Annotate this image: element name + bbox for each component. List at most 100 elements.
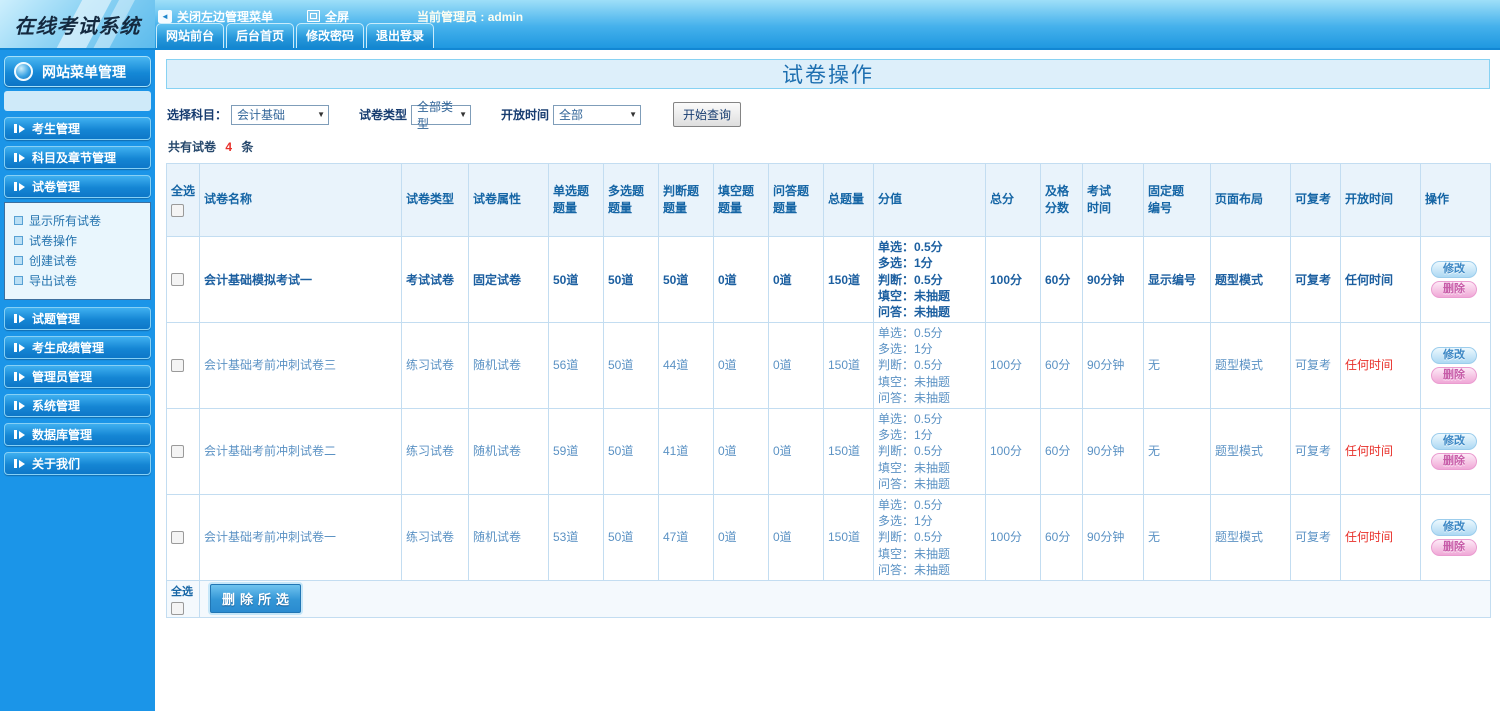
subject-select[interactable]: 会计基础 ▼ <box>231 104 330 125</box>
exam-time: 90分钟 <box>1082 322 1144 410</box>
row-checkbox[interactable] <box>171 530 184 544</box>
col-pass-score: 及格 分数 <box>1040 162 1083 238</box>
total-count: 150道 <box>823 493 874 581</box>
paper-type: 练习试卷 <box>401 322 469 410</box>
fullscreen-button[interactable]: 全屏 <box>273 8 349 25</box>
pass-score: 60分 <box>1040 493 1083 581</box>
delete-button[interactable]: 删除 <box>1431 281 1477 299</box>
top-header: 在线考试系统 ◄ 关闭左边管理菜单 全屏 当前管理员 : admin 网站前台 … <box>0 0 1500 48</box>
sidebar-item-system-management[interactable]: 系统管理 <box>4 394 151 417</box>
play-icon <box>14 182 25 191</box>
submenu-item-show-all-papers[interactable]: 显示所有试卷 <box>5 210 150 230</box>
edit-button[interactable]: 修改 <box>1431 347 1477 365</box>
qa-count: 0道 <box>768 493 824 581</box>
open-time: 任何时间 <box>1340 322 1421 410</box>
total-count: 150道 <box>823 322 874 410</box>
row-checkbox[interactable] <box>171 445 184 459</box>
actions-cell: 修改 删除 <box>1420 322 1491 410</box>
retake: 可复考 <box>1290 322 1341 410</box>
actions-cell: 修改 删除 <box>1420 493 1491 581</box>
fixed-number: 显示编号 <box>1143 236 1211 324</box>
type-filter-label: 试卷类型 <box>359 108 408 122</box>
select-all-checkbox[interactable] <box>171 203 184 217</box>
open-time-select[interactable]: 全部 ▼ <box>553 104 642 125</box>
score-values: 单选：0.5分 多选：1分 判断：0.5分 填空：未抽题 问答：未抽题 <box>873 493 986 581</box>
sidebar-item-paper-management[interactable]: 试卷管理 <box>4 175 151 198</box>
delete-button[interactable]: 删除 <box>1431 538 1477 556</box>
sidebar-item-database-management[interactable]: 数据库管理 <box>4 423 151 446</box>
paper-attr: 固定试卷 <box>468 236 549 324</box>
actions-cell: 修改 删除 <box>1420 408 1491 495</box>
delete-selected-button[interactable]: 删除所选 <box>210 584 302 614</box>
play-icon <box>14 124 25 133</box>
footer-select-all-label: 全选 <box>171 585 193 598</box>
tab-logout[interactable]: 退出登录 <box>366 23 435 48</box>
play-icon <box>14 430 25 439</box>
open-time-select-value: 全部 <box>559 108 584 122</box>
edit-button[interactable]: 修改 <box>1431 261 1477 279</box>
submenu-item-export-paper[interactable]: 导出试卷 <box>5 270 150 290</box>
sidebar-item-label: 关于我们 <box>32 457 81 471</box>
page-layout: 题型模式 <box>1210 322 1291 410</box>
total-count: 150道 <box>823 236 874 324</box>
sidebar-item-question-management[interactable]: 试题管理 <box>4 307 151 330</box>
close-left-menu-button[interactable]: ◄ 关闭左边管理菜单 <box>158 8 273 25</box>
fixed-number: 无 <box>1143 408 1211 495</box>
paper-type-select[interactable]: 全部类型 ▼ <box>411 100 472 131</box>
col-fixed-number: 固定题 编号 <box>1143 162 1211 238</box>
delete-button[interactable]: 删除 <box>1431 453 1477 471</box>
select-all-label: 全选 <box>171 184 196 199</box>
fullscreen-label: 全屏 <box>325 9 350 24</box>
blank-count: 0道 <box>713 322 769 410</box>
paper-name: 会计基础考前冲刺试卷二 <box>199 408 402 495</box>
col-paper-type: 试卷类型 <box>401 162 469 238</box>
edit-button[interactable]: 修改 <box>1431 518 1477 536</box>
submenu-item-create-paper[interactable]: 创建试卷 <box>5 250 150 270</box>
close-left-menu-label: 关闭左边管理菜单 <box>177 9 274 24</box>
sidebar-item-about-us[interactable]: 关于我们 <box>4 452 151 475</box>
submenu-item-paper-operations[interactable]: 试卷操作 <box>5 230 150 250</box>
sidebar-item-examinee-management[interactable]: 考生管理 <box>4 117 151 140</box>
multi-count: 50道 <box>603 493 659 581</box>
sidebar-item-label: 试题管理 <box>32 312 81 326</box>
col-judge-count: 判断题 题量 <box>658 162 714 238</box>
paper-type: 考试试卷 <box>401 236 469 324</box>
table-header-row: 全选 试卷名称 试卷类型 试卷属性 单选题 题量 多选题 题量 判断题 题量 填… <box>166 162 1491 238</box>
row-checkbox[interactable] <box>171 273 184 287</box>
delete-button[interactable]: 删除 <box>1431 367 1477 385</box>
sidebar-item-admin-management[interactable]: 管理员管理 <box>4 365 151 388</box>
paper-type-select-value: 全部类型 <box>417 99 454 131</box>
summary-suffix: 条 <box>241 140 254 154</box>
edit-button[interactable]: 修改 <box>1431 433 1477 451</box>
sidebar-item-label: 数据库管理 <box>32 428 93 442</box>
sidebar-item-label: 考生成绩管理 <box>32 341 105 355</box>
row-checkbox[interactable] <box>171 359 184 373</box>
exam-time: 90分钟 <box>1082 236 1144 324</box>
table-row: 会计基础考前冲刺试卷三 练习试卷 随机试卷 56道 50道 44道 0道 0道 … <box>166 322 1491 410</box>
tab-site-front[interactable]: 网站前台 <box>156 23 225 48</box>
tab-admin-home[interactable]: 后台首页 <box>226 23 295 48</box>
sidebar-item-score-management[interactable]: 考生成绩管理 <box>4 336 151 359</box>
table-row: 会计基础考前冲刺试卷二 练习试卷 随机试卷 59道 50道 41道 0道 0道 … <box>166 408 1491 495</box>
exam-time: 90分钟 <box>1082 408 1144 495</box>
total-score: 100分 <box>985 493 1041 581</box>
play-icon <box>14 153 25 162</box>
col-retake: 可复考 <box>1290 162 1341 238</box>
search-button[interactable]: 开始查询 <box>673 102 742 127</box>
col-qa-count: 问答题 题量 <box>768 162 824 238</box>
paper-attr: 随机试卷 <box>468 408 549 495</box>
logo-text: 在线考试系统 <box>14 13 141 38</box>
qa-count: 0道 <box>768 322 824 410</box>
play-icon <box>14 372 25 381</box>
page-layout: 题型模式 <box>1210 408 1291 495</box>
col-single-count: 单选题 题量 <box>548 162 604 238</box>
sidebar-spacer <box>4 91 151 111</box>
tab-change-password[interactable]: 修改密码 <box>296 23 365 48</box>
table-row: 会计基础考前冲刺试卷一 练习试卷 随机试卷 53道 50道 47道 0道 0道 … <box>166 493 1491 581</box>
judge-count: 41道 <box>658 408 714 495</box>
pass-score: 60分 <box>1040 408 1083 495</box>
footer-select-all-checkbox[interactable] <box>171 601 184 615</box>
sidebar-item-subject-chapter-management[interactable]: 科目及章节管理 <box>4 146 151 169</box>
paper-type: 练习试卷 <box>401 408 469 495</box>
submenu-item-label: 创建试卷 <box>29 253 78 268</box>
